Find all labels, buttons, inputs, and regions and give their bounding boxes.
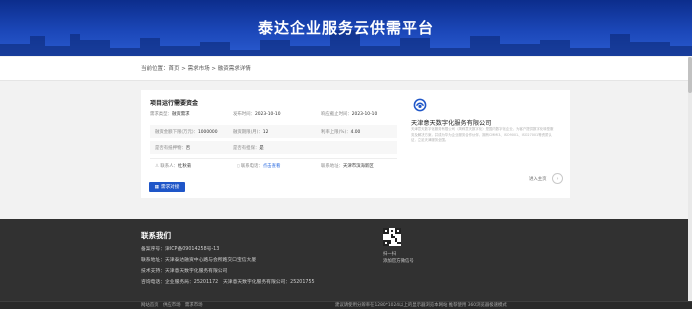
- breadcrumb-prefix: 当前位置：: [141, 66, 169, 72]
- phone-field: ▯ 联系电话：点击查看: [237, 164, 281, 169]
- address-field: 联系地址：天津市滨海新区: [321, 164, 374, 169]
- footer-support: 技术支持：天津意天数字化服务有限公司: [141, 269, 228, 274]
- term-field: 融资期限(月)：12: [233, 130, 269, 135]
- qr-code-image: [383, 228, 401, 246]
- divider: [150, 158, 397, 159]
- footer-heading: 联系我们: [141, 231, 171, 240]
- collateral-field: 是否有抵押物：否: [155, 146, 191, 151]
- footer-bottom-bar: 网站首页 供应市场 需求市场 建议请使用分辨率在1280*1024以上的显示器浏…: [0, 301, 692, 309]
- breadcrumb: 当前位置：首页 > 需求市场 > 融资需求详情: [0, 57, 692, 81]
- enter-homepage-link[interactable]: 进入主页: [529, 176, 547, 182]
- breadcrumb-market[interactable]: 需求市场: [188, 66, 210, 72]
- breadcrumb-current: 融资需求详情: [217, 66, 251, 72]
- qr-caption-scan: 扫一扫: [383, 252, 397, 257]
- view-phone-link[interactable]: 点击查看: [263, 164, 281, 169]
- company-description: 天津意天数字化服务有限公司（简称意天数字化）是国内数字化企业，为客户提供数字化转…: [411, 127, 554, 143]
- breadcrumb-separator: >: [209, 66, 218, 72]
- footer: 联系我们 备案序号：津ICP备09014258号-13 联系地址：天津泰达融资中…: [0, 219, 692, 309]
- footer-nav-links[interactable]: 网站首页 供应市场 需求市场: [141, 302, 202, 308]
- company-logo-icon: [413, 98, 427, 112]
- vertical-scrollbar[interactable]: [688, 57, 692, 301]
- platform-title: 泰达企业服务云供需平台: [257, 19, 434, 37]
- footer-icp: 备案序号：津ICP备09014258号-13: [141, 247, 220, 252]
- demand-title: 项目运行需要资金: [150, 100, 199, 107]
- company-card: 天津意天数字化服务有限公司 天津意天数字化服务有限公司（简称意天数字化）是国内数…: [406, 90, 570, 198]
- grid-icon: ▦: [154, 184, 159, 190]
- amount-field: 融资金额下限(万元)：1000000: [155, 130, 218, 135]
- header-banner: 泰达企业服务云供需平台: [0, 0, 692, 56]
- footer-phones: 咨询电话：企业服务局：25201172 天津意天数字化服务有限公司：252017…: [141, 280, 315, 285]
- deadline-field: 响应截止时间：2023-10-10: [321, 112, 378, 117]
- publish-time-field: 发布时间：2023-10-10: [233, 112, 281, 117]
- scrollbar-thumb[interactable]: [688, 57, 692, 93]
- qr-caption-wechat: 添加官方微信号: [383, 259, 414, 264]
- demand-type-field: 需求类型：融资需求: [150, 112, 190, 117]
- guarantee-field: 是否有担保：是: [233, 146, 264, 151]
- breadcrumb-home[interactable]: 首页: [169, 66, 180, 72]
- company-name: 天津意天数字化服务有限公司: [411, 120, 492, 127]
- chevron-right-icon[interactable]: ›: [552, 173, 563, 184]
- footer-address: 联系地址：天津泰达融资中心路与会所路交口宝信大厦: [141, 258, 257, 263]
- breadcrumb-separator: >: [179, 66, 188, 72]
- rate-field: 利率上限(%)：4.00: [321, 130, 361, 135]
- browser-recommendation: 建议请使用分辨率在1280*1024以上的显示器浏览本网站 推荐使用 360浏览…: [335, 303, 507, 308]
- contact-field: ♙ 联系人：杜秋菊: [155, 164, 192, 169]
- demand-connect-button[interactable]: ▦ 需求对接: [149, 182, 185, 192]
